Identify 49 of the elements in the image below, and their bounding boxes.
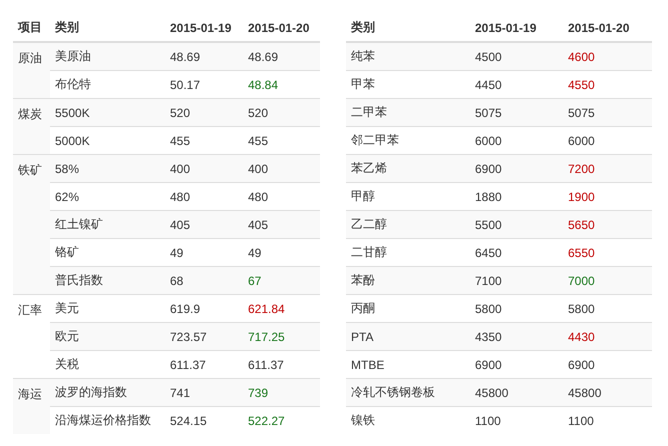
table-cell: 45800 <box>563 378 652 406</box>
table-cell: 48.69 <box>243 42 320 70</box>
table-cell: 1100 <box>563 406 652 434</box>
table-cell: PTA <box>346 322 470 350</box>
table-cell: 苯乙烯 <box>346 154 470 182</box>
table-cell: 7000 <box>563 266 652 294</box>
table-cell: 苯酚 <box>346 266 470 294</box>
table-cell: 45800 <box>470 378 563 406</box>
table-cell: 400 <box>165 154 243 182</box>
table-cell: 5500 <box>470 210 563 238</box>
table-cell: 520 <box>165 98 243 126</box>
table-cell: 67 <box>243 266 320 294</box>
table-cell: 405 <box>165 210 243 238</box>
table-cell: 海运 <box>13 378 50 434</box>
table-cell: 520 <box>243 98 320 126</box>
table-cell: 沿海煤运价格指数 <box>50 406 165 434</box>
table-cell: 4600 <box>563 42 652 70</box>
table-cell: 镍铁 <box>346 406 470 434</box>
table-cell: 5650 <box>563 210 652 238</box>
table-cell: 4500 <box>470 42 563 70</box>
table-cell: 723.57 <box>165 322 243 350</box>
table-cell: 58% <box>50 154 165 182</box>
table-cell: 48.69 <box>165 42 243 70</box>
table-cell: 68 <box>165 266 243 294</box>
table-cell: 5075 <box>470 98 563 126</box>
table-cell: 冷轧不锈钢卷板 <box>346 378 470 406</box>
table-cell: 波罗的海指数 <box>50 378 165 406</box>
table-cell: 1100 <box>470 406 563 434</box>
table-cell: 红土镍矿 <box>50 210 165 238</box>
table-cell: 二甲苯 <box>346 98 470 126</box>
table-cell: 7200 <box>563 154 652 182</box>
table-cell: 524.15 <box>165 406 243 434</box>
table-cell: 739 <box>243 378 320 406</box>
table-cell: 5500K <box>50 98 165 126</box>
table-cell: 741 <box>165 378 243 406</box>
table-cell: 美原油 <box>50 42 165 70</box>
table-cell: 717.25 <box>243 322 320 350</box>
table-cell: 7100 <box>470 266 563 294</box>
table-cell: 纯苯 <box>346 42 470 70</box>
table-cell: 乙二醇 <box>346 210 470 238</box>
table-cell: 6900 <box>470 154 563 182</box>
table-cell: 5075 <box>563 98 652 126</box>
table-cell: 400 <box>243 154 320 182</box>
table-cell: 普氏指数 <box>50 266 165 294</box>
table-cell: 4350 <box>470 322 563 350</box>
table-cell: 4430 <box>563 322 652 350</box>
table-cell: 欧元 <box>50 322 165 350</box>
table-cell: 522.27 <box>243 406 320 434</box>
table-cell: 405 <box>243 210 320 238</box>
